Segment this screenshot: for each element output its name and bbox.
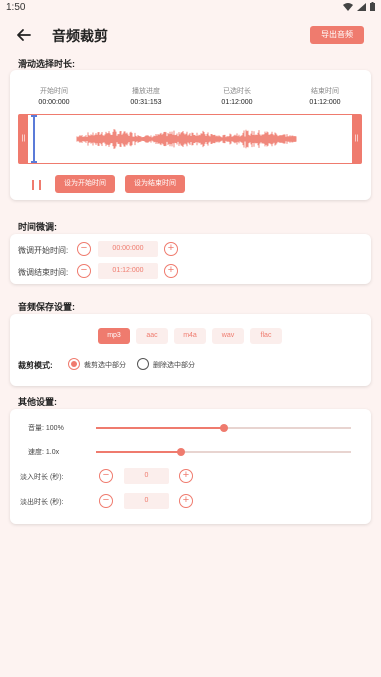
- end-plus-button[interactable]: +: [164, 264, 178, 278]
- left-trim-handle[interactable]: ||: [19, 115, 28, 163]
- back-arrow-icon[interactable]: [14, 25, 34, 45]
- export-audio-button[interactable]: 导出音频: [310, 26, 364, 44]
- pause-icon-bar-left: [32, 180, 34, 190]
- other-settings-card: 音量: 100% 速度: 1.0x 淡入时长 (秒): − 0 + 淡出时长 (…: [10, 409, 371, 524]
- start-time-info: 开始时间 00:00:000: [19, 86, 89, 106]
- start-minus-button[interactable]: −: [77, 242, 91, 256]
- app-bar: 音频裁剪 导出音频: [0, 16, 381, 54]
- page-title: 音频裁剪: [52, 28, 108, 44]
- set-end-time-button[interactable]: 设为结束时间: [125, 175, 185, 193]
- end-time-info: 结束时间 01:12:000: [290, 86, 360, 106]
- fade-out-value[interactable]: 0: [124, 493, 169, 509]
- fade-in-plus-button[interactable]: +: [179, 469, 193, 483]
- volume-slider-thumb[interactable]: [219, 424, 228, 432]
- section-save-settings-label: 音频保存设置:: [18, 302, 75, 312]
- speed-slider-thumb[interactable]: [176, 448, 185, 456]
- format-wav[interactable]: wav: [212, 328, 244, 344]
- end-time-label: 结束时间: [311, 88, 339, 95]
- fade-in-label: 淡入时长 (秒):: [20, 474, 64, 481]
- volume-slider-fill: [96, 427, 224, 429]
- set-start-time-button[interactable]: 设为开始时间: [55, 175, 115, 193]
- signal-icon: [357, 2, 366, 11]
- status-icons: [343, 2, 375, 11]
- radio-delete-selected[interactable]: [137, 358, 149, 370]
- pause-icon-bar-right: [39, 180, 41, 190]
- fade-out-label: 淡出时长 (秒):: [20, 499, 64, 506]
- keep-selected-label: 裁剪选中部分: [84, 362, 126, 369]
- right-trim-handle[interactable]: ||: [352, 115, 361, 163]
- fine-tune-start-label: 微调开始时间:: [18, 246, 69, 255]
- battery-icon: [370, 2, 375, 11]
- section-slide-select-label: 滑动选择时长:: [18, 59, 75, 69]
- start-time-value: 00:00:000: [38, 99, 70, 106]
- fade-out-minus-button[interactable]: −: [99, 494, 113, 508]
- play-progress-info: 播放进度 00:31:153: [111, 86, 181, 106]
- section-fine-tune-label: 时间微调:: [18, 222, 57, 232]
- fine-tune-card: 微调开始时间: − 00:00:000 + 微调结束时间: − 01:12:00…: [10, 234, 371, 284]
- format-m4a[interactable]: m4a: [174, 328, 206, 344]
- playback-cursor[interactable]: [31, 115, 37, 163]
- status-bar: 1:50: [0, 0, 381, 16]
- waveform-selector[interactable]: || ||: [18, 114, 362, 164]
- speed-label: 速度: 1.0x: [28, 449, 60, 456]
- save-settings-card: mp3 aac m4a wav flac 裁剪模式: 裁剪选中部分 删除选中部分: [10, 314, 371, 386]
- radio-keep-selected[interactable]: [68, 358, 80, 370]
- play-progress-label: 播放进度: [132, 88, 160, 95]
- speed-slider[interactable]: [96, 448, 351, 456]
- volume-label: 音量: 100%: [28, 425, 64, 432]
- trim-mode-label: 裁剪模式:: [18, 361, 53, 370]
- speed-slider-fill: [96, 451, 181, 453]
- pause-button[interactable]: [30, 178, 44, 192]
- waveform: [76, 129, 297, 149]
- format-mp3[interactable]: mp3: [98, 328, 130, 344]
- waveform-card: 开始时间 00:00:000 播放进度 00:31:153 已选时长 01:12…: [10, 70, 371, 200]
- section-other-settings-label: 其他设置:: [18, 397, 57, 407]
- start-time-label: 开始时间: [40, 88, 68, 95]
- format-flac[interactable]: flac: [250, 328, 282, 344]
- selected-duration-value: 01:12:000: [221, 99, 253, 106]
- fine-tune-end-label: 微调结束时间:: [18, 268, 69, 277]
- fine-tune-start-value[interactable]: 00:00:000: [98, 241, 158, 257]
- fine-tune-end-value[interactable]: 01:12:000: [98, 263, 158, 279]
- end-time-value: 01:12:000: [309, 99, 341, 106]
- fade-in-value[interactable]: 0: [124, 468, 169, 484]
- start-plus-button[interactable]: +: [164, 242, 178, 256]
- selected-duration-label: 已选时长: [223, 88, 251, 95]
- wifi-icon: [343, 2, 353, 11]
- fade-in-minus-button[interactable]: −: [99, 469, 113, 483]
- volume-slider[interactable]: [96, 424, 351, 432]
- delete-selected-label: 删除选中部分: [153, 362, 195, 369]
- status-time: 1:50: [6, 2, 26, 13]
- format-aac[interactable]: aac: [136, 328, 168, 344]
- selected-duration-info: 已选时长 01:12:000: [202, 86, 272, 106]
- play-progress-value: 00:31:153: [130, 99, 162, 106]
- fade-out-plus-button[interactable]: +: [179, 494, 193, 508]
- end-minus-button[interactable]: −: [77, 264, 91, 278]
